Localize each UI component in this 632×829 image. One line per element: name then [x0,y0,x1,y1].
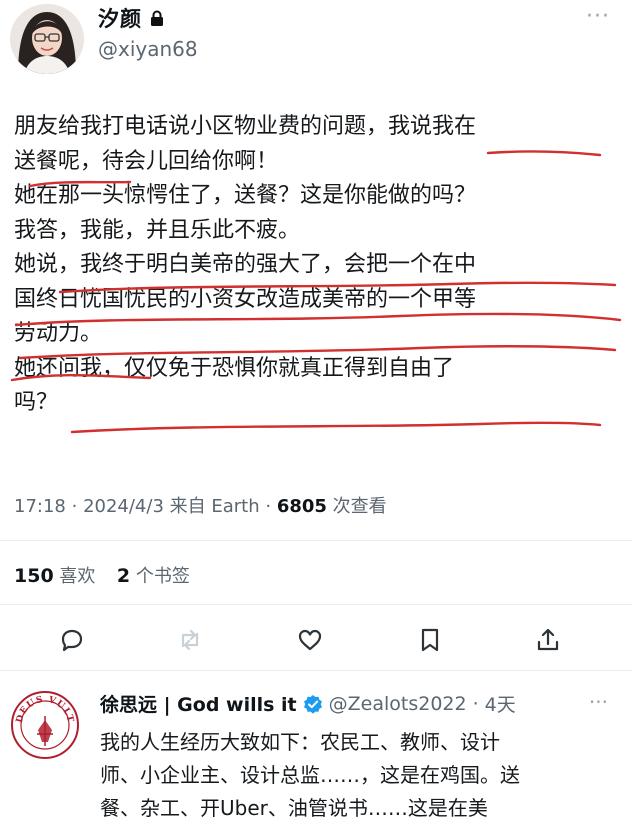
tweet-text-line: 送餐呢，待会儿回给你啊！ [14,148,279,174]
reply-handle[interactable]: @Zealots2022 [329,693,467,715]
engagement-stats: 150 喜欢 2 个书签 [14,562,190,588]
bookmarks-stat[interactable]: 2 个书签 [116,565,190,587]
tweet-text-line: 劳动力。 [14,321,103,346]
author-name[interactable]: 汐颜 [98,3,142,33]
divider [0,604,632,605]
avatar[interactable] [10,4,84,74]
deus-vult-seal-icon: DEUS VULT [11,691,79,759]
action-bar [0,622,632,662]
reply-text-line: 餐、杂工、开Uber、油管说书……这是在美 [100,796,488,820]
tweet-meta: 17:18 · 2024/4/3 来自 Earth · 6805 次查看 [14,496,387,517]
tweet-text-line: 国终日忧国忧民的小资女改造成美帝的一个甲等 [14,286,477,312]
reply-text-line: 我的人生经历大致如下：农民工、教师、设计 [100,730,500,754]
tweet-text-line: 她在那一头惊愕住了，送餐？这是你能做的吗？ [14,183,477,208]
author-handle[interactable]: @xiyan68 [98,37,198,61]
reply-author-name[interactable]: 徐思远 | God wills it [100,690,297,717]
verified-badge-icon [303,694,323,714]
views-count: 6805 [276,496,327,517]
reply-more-options-icon[interactable]: ··· [589,690,608,714]
tweet-text-line: 吗？ [14,390,59,415]
tweet-text-line: 她还问我，仅仅免于恐惧你就真正得到自由了 [14,355,455,381]
bookmarks-count: 2 [116,565,131,587]
retweet-icon [181,629,199,651]
share-button[interactable] [530,622,566,658]
reply-tweet[interactable]: DEUS VULT 徐思远 | God wills it @Zealots202… [0,676,632,829]
tweet-text: 朋友给我打电话说小区物业费的问题，我说我在 送餐呢，待会儿回给你啊！ 她在那一头… [14,110,614,421]
author-row: 汐颜 [98,3,164,33]
bookmark-icon [421,628,439,652]
tweet-text-line: 我答，我能，并且乐此不疲。 [14,217,301,243]
bookmarks-label: 个书签 [135,566,190,587]
heart-icon [298,629,322,651]
divider [0,540,632,541]
retweet-button[interactable] [172,622,208,658]
reply-header: 徐思远 | God wills it @Zealots2022 · 4天 [100,690,516,717]
likes-label: 喜欢 [59,566,96,587]
tweet-date[interactable]: 2024/4/3 [83,496,164,517]
bookmark-button[interactable] [412,622,448,658]
share-icon [537,628,559,651]
tweet-source: 来自 Earth [169,496,260,517]
reply-icon [61,629,83,652]
divider [0,670,632,671]
lock-icon [150,10,164,26]
views-label: 次查看 [332,496,387,517]
likes-count: 150 [14,565,54,587]
tweet-time[interactable]: 17:18 [14,496,66,517]
likes-stat[interactable]: 150 喜欢 [14,565,101,587]
tweet: 汐颜 @xiyan68 ··· 朋友给我打电话说小区物业费的问题，我说我在 送餐… [0,0,632,671]
tweet-text-line: 她说，我终于明白美帝的强大了，会把一个在中 [14,252,477,277]
reply-text: 我的人生经历大致如下：农民工、教师、设计 师、小企业主、设计总监……，这是在鸡国… [100,726,620,825]
reply-text-line: 师、小企业主、设计总监……，这是在鸡国。送 [100,763,520,787]
avatar-image [10,4,84,74]
reply-avatar[interactable]: DEUS VULT [10,690,80,760]
tweet-text-line: 朋友给我打电话说小区物业费的问题，我说我在 [14,114,477,139]
reply-button[interactable] [54,622,90,658]
more-options-icon[interactable]: ··· [586,4,610,29]
like-button[interactable] [292,622,328,658]
reply-time[interactable]: 4天 [485,690,516,717]
